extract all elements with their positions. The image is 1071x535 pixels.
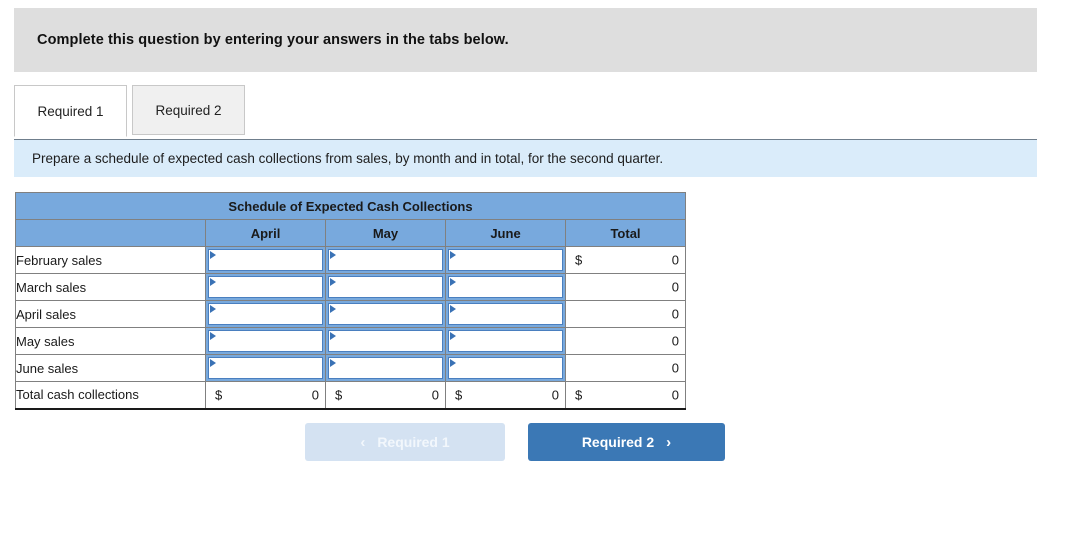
input-box[interactable] bbox=[208, 276, 323, 298]
row-label-april-sales: April sales bbox=[15, 300, 206, 328]
input-box[interactable] bbox=[448, 303, 563, 325]
table-row: February sales $ 0 bbox=[15, 246, 686, 274]
input-box[interactable] bbox=[448, 357, 563, 379]
cash-collections-table: Schedule of Expected Cash Collections Ap… bbox=[15, 192, 686, 410]
tab-strip: Required 1 Required 2 bbox=[14, 85, 1037, 137]
table-total-row: Total cash collections $ 0 $ 0 $ 0 $ 0 bbox=[15, 381, 686, 410]
input-box[interactable] bbox=[328, 249, 443, 271]
currency-symbol: $ bbox=[335, 387, 343, 403]
total-value: 0 bbox=[671, 387, 679, 403]
total-value: 0 bbox=[671, 252, 679, 268]
input-april-may[interactable] bbox=[325, 300, 446, 328]
row-label-june-sales: June sales bbox=[15, 354, 206, 382]
header-blank-cell bbox=[15, 219, 206, 247]
total-value: 0 bbox=[671, 306, 679, 322]
instruction-bar: Prepare a schedule of expected cash coll… bbox=[14, 139, 1037, 177]
total-value: 0 bbox=[311, 387, 319, 403]
next-required-2-button[interactable]: Required 2 › bbox=[528, 423, 725, 461]
prev-button-label: Required 1 bbox=[377, 434, 450, 450]
input-february-april[interactable] bbox=[205, 246, 326, 274]
tab-required-1[interactable]: Required 1 bbox=[14, 85, 127, 137]
input-box[interactable] bbox=[328, 276, 443, 298]
total-june-sales: 0 bbox=[565, 354, 686, 382]
column-header-total: Total bbox=[565, 219, 686, 247]
navigation-bar: ‹ Required 1 Required 2 › bbox=[305, 423, 725, 461]
total-value: 0 bbox=[671, 360, 679, 376]
currency-symbol: $ bbox=[215, 387, 223, 403]
chevron-left-icon: ‹ bbox=[360, 433, 366, 451]
total-value: 0 bbox=[551, 387, 559, 403]
total-cash-june: $ 0 bbox=[445, 381, 566, 410]
input-june-april[interactable] bbox=[205, 354, 326, 382]
prev-required-1-button[interactable]: ‹ Required 1 bbox=[305, 423, 505, 461]
input-may-april[interactable] bbox=[205, 327, 326, 355]
input-box[interactable] bbox=[328, 303, 443, 325]
column-header-april: April bbox=[205, 219, 326, 247]
question-banner: Complete this question by entering your … bbox=[14, 8, 1037, 72]
total-value: 0 bbox=[431, 387, 439, 403]
input-box[interactable] bbox=[328, 330, 443, 352]
total-april-sales: 0 bbox=[565, 300, 686, 328]
instruction-text: Prepare a schedule of expected cash coll… bbox=[32, 151, 664, 166]
next-button-label: Required 2 bbox=[581, 434, 655, 450]
table-header-row: April May June Total bbox=[15, 219, 686, 247]
input-may-june[interactable] bbox=[445, 327, 566, 355]
input-box[interactable] bbox=[448, 276, 563, 298]
total-cash-total: $ 0 bbox=[565, 381, 686, 410]
chevron-right-icon: › bbox=[666, 433, 672, 451]
table-row: March sales 0 bbox=[15, 273, 686, 301]
total-cash-may: $ 0 bbox=[325, 381, 446, 410]
input-box[interactable] bbox=[328, 357, 443, 379]
currency-symbol: $ bbox=[575, 252, 583, 268]
column-header-june: June bbox=[445, 219, 566, 247]
total-may-sales: 0 bbox=[565, 327, 686, 355]
table-row: May sales 0 bbox=[15, 327, 686, 355]
row-label-february-sales: February sales bbox=[15, 246, 206, 274]
input-june-june[interactable] bbox=[445, 354, 566, 382]
input-box[interactable] bbox=[208, 249, 323, 271]
input-april-april[interactable] bbox=[205, 300, 326, 328]
tab-required-1-label: Required 1 bbox=[37, 103, 104, 119]
input-march-may[interactable] bbox=[325, 273, 446, 301]
input-april-june[interactable] bbox=[445, 300, 566, 328]
input-march-april[interactable] bbox=[205, 273, 326, 301]
table-row: April sales 0 bbox=[15, 300, 686, 328]
input-box[interactable] bbox=[208, 303, 323, 325]
table-row: June sales 0 bbox=[15, 354, 686, 382]
column-header-may: May bbox=[325, 219, 446, 247]
input-february-june[interactable] bbox=[445, 246, 566, 274]
input-box[interactable] bbox=[448, 249, 563, 271]
table-title: Schedule of Expected Cash Collections bbox=[15, 192, 686, 220]
table-title-row: Schedule of Expected Cash Collections bbox=[15, 192, 686, 220]
total-value: 0 bbox=[671, 333, 679, 349]
tab-required-2-label: Required 2 bbox=[155, 102, 222, 118]
input-box[interactable] bbox=[208, 357, 323, 379]
input-march-june[interactable] bbox=[445, 273, 566, 301]
input-june-may[interactable] bbox=[325, 354, 446, 382]
total-march-sales: 0 bbox=[565, 273, 686, 301]
row-label-may-sales: May sales bbox=[15, 327, 206, 355]
total-cash-april: $ 0 bbox=[205, 381, 326, 410]
row-label-total-cash-collections: Total cash collections bbox=[15, 381, 206, 410]
input-box[interactable] bbox=[448, 330, 563, 352]
total-february-sales: $ 0 bbox=[565, 246, 686, 274]
row-label-march-sales: March sales bbox=[15, 273, 206, 301]
total-value: 0 bbox=[671, 279, 679, 295]
currency-symbol: $ bbox=[575, 387, 583, 403]
input-box[interactable] bbox=[208, 330, 323, 352]
currency-symbol: $ bbox=[455, 387, 463, 403]
input-may-may[interactable] bbox=[325, 327, 446, 355]
question-banner-text: Complete this question by entering your … bbox=[37, 32, 509, 48]
tab-required-2[interactable]: Required 2 bbox=[132, 85, 245, 135]
input-february-may[interactable] bbox=[325, 246, 446, 274]
